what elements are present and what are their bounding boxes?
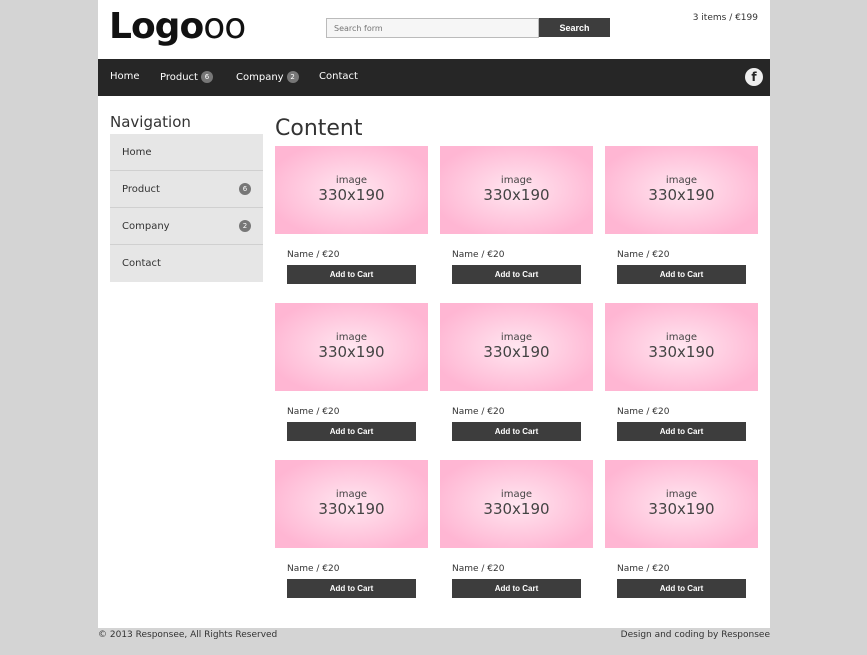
product-card: image 330x190 Name / €20 Add to Cart [440, 460, 593, 598]
add-to-cart-button[interactable]: Add to Cart [617, 265, 746, 284]
product-image[interactable]: image 330x190 [440, 460, 593, 548]
count-badge: 6 [239, 183, 251, 195]
image-label: image [500, 332, 533, 343]
product-name-price: Name / €20 [452, 407, 505, 417]
product-image[interactable]: image 330x190 [440, 303, 593, 391]
image-size: 330x190 [318, 500, 385, 518]
logo[interactable]: Logooo [109, 6, 246, 47]
image-label: image [500, 489, 533, 500]
footer-credit[interactable]: Design and coding by Responsee [621, 630, 770, 640]
nav-label: Company [236, 72, 284, 83]
sidebar-item-label: Home [122, 147, 152, 158]
sidebar-title: Navigation [110, 113, 191, 131]
image-size: 330x190 [318, 186, 385, 204]
sidebar-item-label: Contact [122, 258, 161, 269]
nav-home[interactable]: Home [110, 71, 140, 82]
count-badge: 6 [200, 71, 213, 83]
add-to-cart-button[interactable]: Add to Cart [617, 422, 746, 441]
product-name-price: Name / €20 [452, 564, 505, 574]
product-image[interactable]: image 330x190 [605, 303, 758, 391]
sidebar-item-label: Company [122, 221, 170, 232]
cart-summary[interactable]: 3 items / €199 [693, 13, 758, 23]
image-label: image [665, 489, 698, 500]
product-card: image 330x190 Name / €20 Add to Cart [605, 460, 758, 598]
product-image[interactable]: image 330x190 [275, 303, 428, 391]
product-image[interactable]: image 330x190 [275, 146, 428, 234]
page-container: Logooo Search 3 items / €199 Home Produc… [98, 0, 770, 628]
nav-product[interactable]: Product 6 [160, 71, 213, 83]
product-card: image 330x190 Name / €20 Add to Cart [275, 303, 428, 441]
add-to-cart-button[interactable]: Add to Cart [452, 265, 581, 284]
image-size: 330x190 [318, 343, 385, 361]
nav-contact[interactable]: Contact [319, 71, 358, 82]
add-to-cart-button[interactable]: Add to Cart [452, 422, 581, 441]
sidebar-item-label: Product [122, 184, 160, 195]
product-name-price: Name / €20 [287, 250, 340, 260]
sidebar-item-home[interactable]: Home [110, 134, 263, 171]
product-image[interactable]: image 330x190 [275, 460, 428, 548]
product-card: image 330x190 Name / €20 Add to Cart [440, 303, 593, 441]
footer-copyright: © 2013 Responsee, All Rights Reserved [98, 630, 278, 640]
logo-bold: Logo [109, 6, 204, 47]
nav-label: Home [110, 71, 140, 82]
logo-light: oo [203, 6, 246, 47]
product-image[interactable]: image 330x190 [605, 146, 758, 234]
add-to-cart-button[interactable]: Add to Cart [287, 579, 416, 598]
product-card: image 330x190 Name / €20 Add to Cart [440, 146, 593, 284]
product-card: image 330x190 Name / €20 Add to Cart [275, 146, 428, 284]
nav-label: Product [160, 72, 198, 83]
count-badge: 2 [286, 71, 299, 83]
sidebar-item-company[interactable]: Company 2 [110, 208, 263, 245]
image-label: image [335, 489, 368, 500]
image-size: 330x190 [483, 186, 550, 204]
search-button[interactable]: Search [539, 18, 610, 37]
product-name-price: Name / €20 [287, 407, 340, 417]
add-to-cart-button[interactable]: Add to Cart [452, 579, 581, 598]
image-label: image [665, 175, 698, 186]
search-input[interactable] [326, 18, 539, 38]
sidebar: Home Product 6 Company 2 Contact [110, 134, 263, 282]
facebook-icon[interactable]: f [745, 68, 763, 86]
product-image[interactable]: image 330x190 [605, 460, 758, 548]
product-card: image 330x190 Name / €20 Add to Cart [605, 146, 758, 284]
sidebar-item-product[interactable]: Product 6 [110, 171, 263, 208]
count-badge: 2 [239, 220, 251, 232]
content-title: Content [275, 116, 363, 141]
product-card: image 330x190 Name / €20 Add to Cart [275, 460, 428, 598]
add-to-cart-button[interactable]: Add to Cart [617, 579, 746, 598]
nav-company[interactable]: Company 2 [236, 71, 299, 83]
product-name-price: Name / €20 [617, 407, 670, 417]
image-label: image [335, 332, 368, 343]
product-card: image 330x190 Name / €20 Add to Cart [605, 303, 758, 441]
sidebar-item-contact[interactable]: Contact [110, 245, 263, 282]
image-size: 330x190 [648, 343, 715, 361]
product-name-price: Name / €20 [287, 564, 340, 574]
product-image[interactable]: image 330x190 [440, 146, 593, 234]
image-label: image [665, 332, 698, 343]
image-label: image [500, 175, 533, 186]
image-label: image [335, 175, 368, 186]
top-nav: Home Product 6 Company 2 Contact f [98, 59, 770, 96]
image-size: 330x190 [483, 343, 550, 361]
product-name-price: Name / €20 [452, 250, 505, 260]
add-to-cart-button[interactable]: Add to Cart [287, 265, 416, 284]
image-size: 330x190 [648, 186, 715, 204]
nav-label: Contact [319, 71, 358, 82]
product-name-price: Name / €20 [617, 250, 670, 260]
image-size: 330x190 [483, 500, 550, 518]
image-size: 330x190 [648, 500, 715, 518]
add-to-cart-button[interactable]: Add to Cart [287, 422, 416, 441]
product-name-price: Name / €20 [617, 564, 670, 574]
